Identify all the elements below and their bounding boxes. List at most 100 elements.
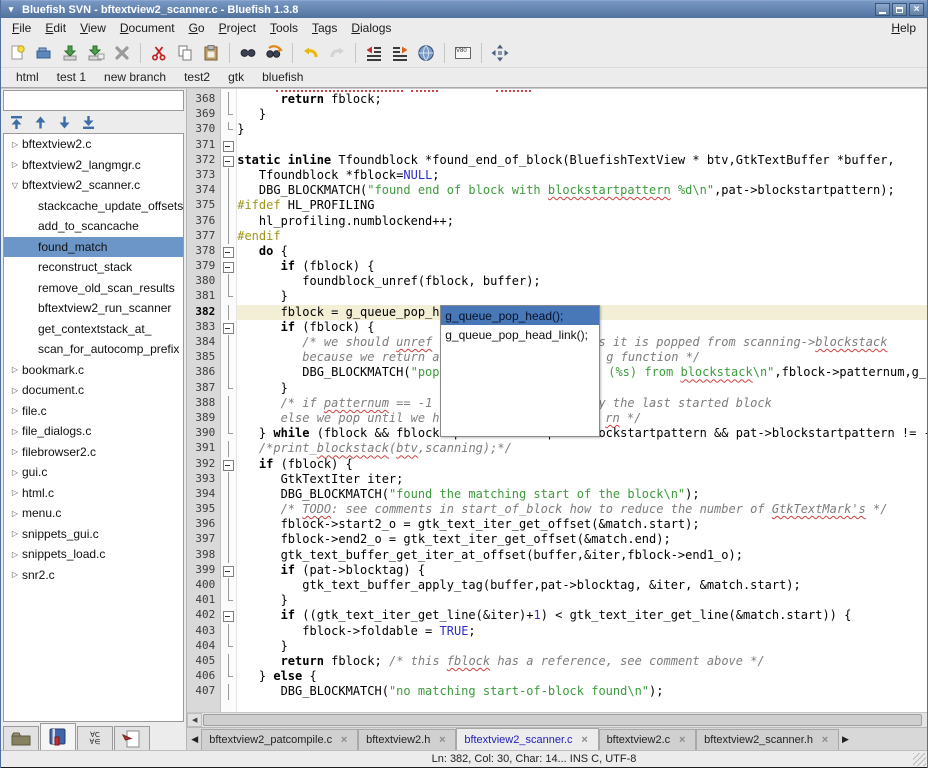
tree-item-reconstruct_stack[interactable]: reconstruct_stack (4, 257, 183, 278)
expander-open-icon[interactable]: ▽ (8, 181, 22, 190)
menu-help[interactable]: Help (884, 19, 923, 37)
unindent-button[interactable] (361, 40, 387, 66)
autocomplete-item[interactable]: g_queue_pop_head(); (441, 306, 600, 325)
close-document-button[interactable] (109, 40, 135, 66)
fold-collapse-marker[interactable] (221, 259, 236, 274)
preview-in-browser-button[interactable] (413, 40, 439, 66)
expander-closed-icon[interactable]: ▷ (8, 509, 22, 518)
menu-file[interactable]: File (5, 19, 38, 37)
menu-project[interactable]: Project (212, 19, 263, 37)
save-document-as-button[interactable] (83, 40, 109, 66)
cut-button[interactable] (146, 40, 172, 66)
menu-document[interactable]: Document (113, 19, 182, 37)
expander-closed-icon[interactable]: ▷ (8, 570, 22, 579)
expander-closed-icon[interactable]: ▷ (8, 447, 22, 456)
tree-item-bftextview2.c[interactable]: ▷ bftextview2.c (4, 134, 183, 155)
next-bookmark-button[interactable] (55, 114, 73, 130)
quickbar-tab-test2[interactable]: test2 (175, 68, 219, 87)
tree-item-gui.c[interactable]: ▷ gui.c (4, 462, 183, 483)
bookmark-tree[interactable]: ▷ bftextview2.c ▷ bftextview2_langmgr.c ▽ bft… (3, 133, 185, 722)
sidebar-tab-bookmarks[interactable] (40, 723, 76, 750)
expander-closed-icon[interactable]: ▷ (8, 140, 22, 149)
code-area[interactable]: g_queue_pop_head(); g_queue_pop_head_link… (237, 89, 927, 712)
tree-item-add_to_scancache[interactable]: add_to_scancache (4, 216, 183, 237)
doc-tab-bftextview2.h[interactable]: bftextview2.h × (358, 729, 457, 750)
menu-tags[interactable]: Tags (305, 19, 344, 37)
expander-closed-icon[interactable]: ▷ (8, 550, 22, 559)
quickbar-tab-test-1[interactable]: test 1 (48, 68, 95, 87)
fold-collapse-marker[interactable] (221, 153, 236, 168)
fold-collapse-marker[interactable] (221, 138, 236, 153)
tree-item-snippets_gui.c[interactable]: ▷ snippets_gui.c (4, 524, 183, 545)
fold-margin[interactable] (221, 89, 238, 712)
menu-go[interactable]: Go (182, 19, 212, 37)
maximize-button[interactable] (892, 3, 907, 16)
tree-item-bftextview2_scanner.c[interactable]: ▽ bftextview2_scanner.c (4, 175, 183, 196)
fold-collapse-marker[interactable] (221, 320, 236, 335)
copy-button[interactable] (172, 40, 198, 66)
quickbar-tab-gtk[interactable]: gtk (219, 68, 253, 87)
expander-closed-icon[interactable]: ▷ (8, 365, 22, 374)
tree-item-bookmark.c[interactable]: ▷ bookmark.c (4, 360, 183, 381)
tree-item-html.c[interactable]: ▷ html.c (4, 483, 183, 504)
tree-item-file_dialogs.c[interactable]: ▷ file_dialogs.c (4, 421, 183, 442)
bookmark-filter-input[interactable] (3, 90, 185, 111)
move-resize-button[interactable] (487, 40, 513, 66)
expander-closed-icon[interactable]: ▷ (8, 427, 22, 436)
tree-item-remove_old_scan_results[interactable]: remove_old_scan_results (4, 278, 183, 299)
sidebar-tab-snippets[interactable] (114, 726, 150, 750)
new-document-button[interactable] (5, 40, 31, 66)
horizontal-scroll-thumb[interactable] (203, 714, 922, 726)
fold-collapse-marker[interactable] (221, 457, 236, 472)
open-document-button[interactable] (31, 40, 57, 66)
menu-edit[interactable]: Edit (38, 19, 73, 37)
last-bookmark-button[interactable] (79, 114, 97, 130)
tab-close-icon[interactable]: × (436, 734, 448, 746)
undo-button[interactable] (298, 40, 324, 66)
tree-item-file.c[interactable]: ▷ file.c (4, 401, 183, 422)
save-document-button[interactable] (57, 40, 83, 66)
tab-close-icon[interactable]: × (676, 734, 688, 746)
tab-close-icon[interactable]: × (338, 734, 350, 746)
tree-item-stackcache_update_offsets[interactable]: stackcache_update_offsets (4, 196, 183, 217)
find-and-replace-button[interactable] (261, 40, 287, 66)
menu-dialogs[interactable]: Dialogs (344, 19, 398, 37)
tab-scroll-left-arrow[interactable]: ◀ (188, 729, 201, 750)
tree-item-snr2.c[interactable]: ▷ snr2.c (4, 565, 183, 586)
tree-item-menu.c[interactable]: ▷ menu.c (4, 503, 183, 524)
validate-html-button[interactable]: V80 (450, 40, 476, 66)
tab-scroll-right-arrow[interactable]: ▶ (839, 729, 852, 750)
fold-collapse-marker[interactable] (221, 244, 236, 259)
expander-closed-icon[interactable]: ▷ (8, 468, 22, 477)
quickbar-tab-new-branch[interactable]: new branch (95, 68, 175, 87)
fold-collapse-marker[interactable] (221, 563, 236, 578)
quickbar-tab-html[interactable]: html (7, 68, 48, 87)
horizontal-scrollbar[interactable]: ◀ ▶ (187, 712, 927, 727)
doc-tab-bftextview2_scanner.h[interactable]: bftextview2_scanner.h × (696, 729, 840, 750)
tree-item-bftextview2_run_scanner[interactable]: bftextview2_run_scanner (4, 298, 183, 319)
tree-item-bftextview2_langmgr.c[interactable]: ▷ bftextview2_langmgr.c (4, 155, 183, 176)
tree-item-found_match[interactable]: found_match (4, 236, 184, 257)
tree-item-get_contextstack_at_[interactable]: get_contextstack_at_ (4, 319, 183, 340)
quickbar-tab-bluefish[interactable]: bluefish (253, 68, 312, 87)
menu-tools[interactable]: Tools (263, 19, 305, 37)
fold-collapse-marker[interactable] (221, 608, 236, 623)
tree-item-scan_for_autocomp_prefix[interactable]: scan_for_autocomp_prefix (4, 339, 183, 360)
expander-closed-icon[interactable]: ▷ (8, 488, 22, 497)
indent-button[interactable] (387, 40, 413, 66)
tab-close-icon[interactable]: × (819, 734, 831, 746)
previous-bookmark-button[interactable] (31, 114, 49, 130)
window-menu-icon[interactable]: ▾ (4, 4, 18, 15)
resize-grip[interactable] (913, 753, 926, 766)
scroll-left-arrow[interactable]: ◀ (187, 713, 203, 727)
tab-close-icon[interactable]: × (579, 734, 591, 746)
sidebar-tab-character-map[interactable]: ∀C ∀∈ (77, 726, 113, 750)
expander-closed-icon[interactable]: ▷ (8, 406, 22, 415)
menu-view[interactable]: View (73, 19, 113, 37)
expander-closed-icon[interactable]: ▷ (8, 160, 22, 169)
tree-item-filebrowser2.c[interactable]: ▷ filebrowser2.c (4, 442, 183, 463)
redo-button[interactable] (324, 40, 350, 66)
paste-button[interactable] (198, 40, 224, 66)
doc-tab-bftextview2_patcompile.c[interactable]: bftextview2_patcompile.c × (201, 729, 359, 750)
first-bookmark-button[interactable] (7, 114, 25, 130)
